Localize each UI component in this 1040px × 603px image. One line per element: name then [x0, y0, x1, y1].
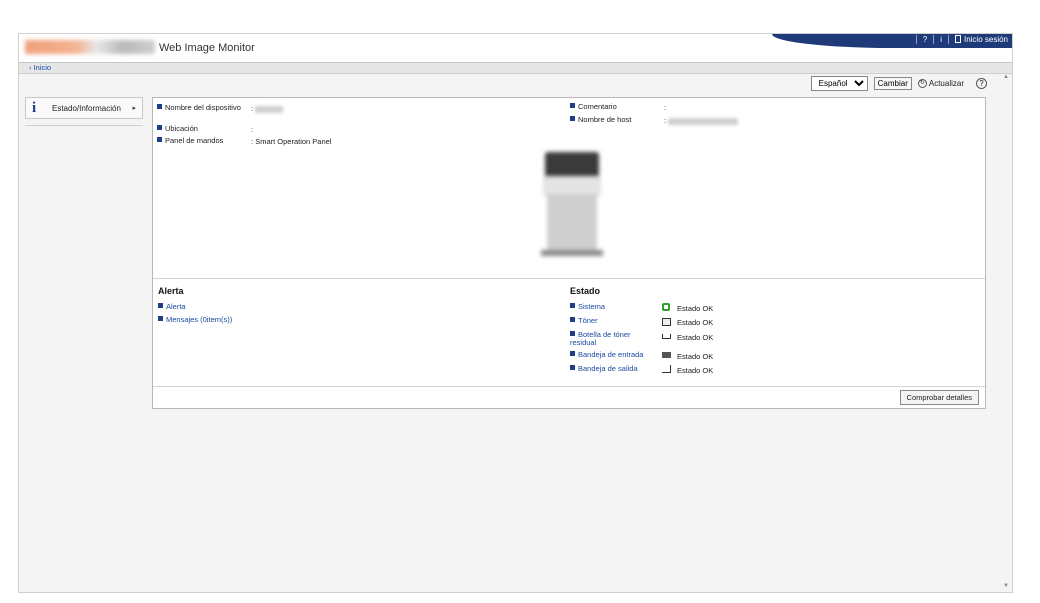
info-value: :	[664, 103, 667, 112]
scroll-down-arrow-icon[interactable]: ▼	[1003, 583, 1009, 589]
system-ok-icon	[662, 303, 670, 311]
status-value: Estado OK	[677, 304, 714, 313]
info-label: Comentario	[570, 103, 658, 111]
bullet-icon	[157, 137, 162, 142]
toner-icon	[662, 318, 671, 326]
bullet-icon	[570, 103, 575, 108]
info-label: Nombre de host	[570, 116, 658, 124]
status-value: Estado OK	[677, 366, 714, 375]
header-separator	[933, 35, 935, 44]
info-row-location: Ubicación :	[157, 125, 457, 135]
info-value: :	[664, 116, 739, 125]
bullet-icon	[158, 316, 163, 321]
refresh-icon: ↻	[917, 79, 927, 88]
login-link[interactable]: Inicio sesión	[954, 35, 1008, 44]
bullet-icon	[570, 303, 575, 308]
alert-link[interactable]: Alerta	[158, 303, 186, 311]
input-tray-icon	[662, 352, 671, 358]
messages-link[interactable]: Mensajes (0item(s))	[158, 316, 232, 324]
status-link-output-tray[interactable]: Bandeja de salida	[570, 365, 660, 373]
info-row-control-panel: Panel de mandos : Smart Operation Panel	[157, 137, 457, 147]
alert-section-title: Alerta	[158, 286, 184, 296]
redacted-value	[255, 105, 284, 113]
app-header: Web Image Monitor ? i Inicio sesión	[19, 34, 1012, 63]
login-label: Inicio sesión	[963, 35, 1008, 44]
sidebar-item-status-info[interactable]: i Estado/Información ▸	[25, 97, 143, 119]
info-label: Panel de mandos	[157, 137, 245, 145]
info-row-host-name: Nombre de host :	[570, 116, 870, 126]
refresh-label: Actualizar	[928, 79, 964, 88]
info-value: :	[251, 125, 254, 134]
output-tray-icon	[662, 365, 671, 373]
sidebar-divider	[25, 125, 143, 126]
header-separator	[915, 35, 917, 44]
chevron-right-icon: ▸	[132, 105, 136, 112]
status-link-waste-toner[interactable]: Botella de tóner residual	[570, 331, 650, 347]
breadcrumb-home-link[interactable]: ‹ Inicio	[29, 63, 51, 72]
help-icon[interactable]: ?	[976, 78, 987, 89]
header-separator	[947, 35, 949, 44]
bullet-icon	[570, 116, 575, 121]
info-row-device-name: Nombre del dispositivo :	[157, 104, 457, 122]
toolbar: Español Cambiar ↻ Actualizar ?	[810, 76, 987, 91]
status-section-title: Estado	[570, 286, 601, 296]
bullet-icon	[570, 317, 575, 322]
brand-logo	[25, 40, 155, 54]
device-status-panel: Nombre del dispositivo : Ubicación : Pan…	[152, 97, 986, 409]
status-link-toner[interactable]: Tóner	[570, 317, 655, 325]
check-details-button[interactable]: Comprobar detalles	[899, 390, 979, 405]
status-value: Estado OK	[677, 352, 714, 361]
browser-frame: Web Image Monitor ? i Inicio sesión ‹ In…	[18, 33, 1013, 593]
help-link[interactable]: ?	[923, 35, 927, 44]
redacted-value	[668, 117, 739, 125]
refresh-button[interactable]: ↻ Actualizar	[917, 79, 964, 88]
info-value: : Smart Operation Panel	[251, 137, 332, 146]
sidebar-item-label: Estado/Información	[52, 104, 121, 113]
bullet-icon	[570, 351, 575, 356]
language-select[interactable]: Español	[810, 76, 868, 91]
status-value: Estado OK	[677, 333, 714, 342]
status-value: Estado OK	[677, 318, 714, 327]
bullet-icon	[157, 125, 162, 130]
app-title: Web Image Monitor	[159, 42, 255, 54]
bullet-icon	[158, 303, 163, 308]
section-divider	[153, 278, 985, 279]
header-links: ? i Inicio sesión	[915, 35, 1008, 44]
bullet-icon	[157, 104, 162, 109]
info-row-comment: Comentario :	[570, 103, 870, 113]
change-language-button[interactable]: Cambiar	[873, 77, 912, 90]
login-icon	[954, 35, 961, 43]
waste-toner-icon	[662, 334, 671, 339]
bullet-icon	[570, 331, 575, 336]
section-divider	[153, 386, 985, 387]
info-value: :	[251, 104, 284, 113]
scroll-up-arrow-icon[interactable]: ▲	[1003, 74, 1009, 80]
printer-image	[541, 148, 603, 258]
info-label: Nombre del dispositivo	[157, 104, 245, 112]
info-label: Ubicación	[157, 125, 245, 133]
status-link-system[interactable]: Sistema	[570, 303, 655, 311]
info-icon: i	[32, 100, 37, 116]
breadcrumb-bar: ‹ Inicio	[19, 63, 1012, 74]
status-link-input-tray[interactable]: Bandeja de entrada	[570, 351, 660, 359]
bullet-icon	[570, 365, 575, 370]
info-link[interactable]: i	[940, 35, 942, 44]
